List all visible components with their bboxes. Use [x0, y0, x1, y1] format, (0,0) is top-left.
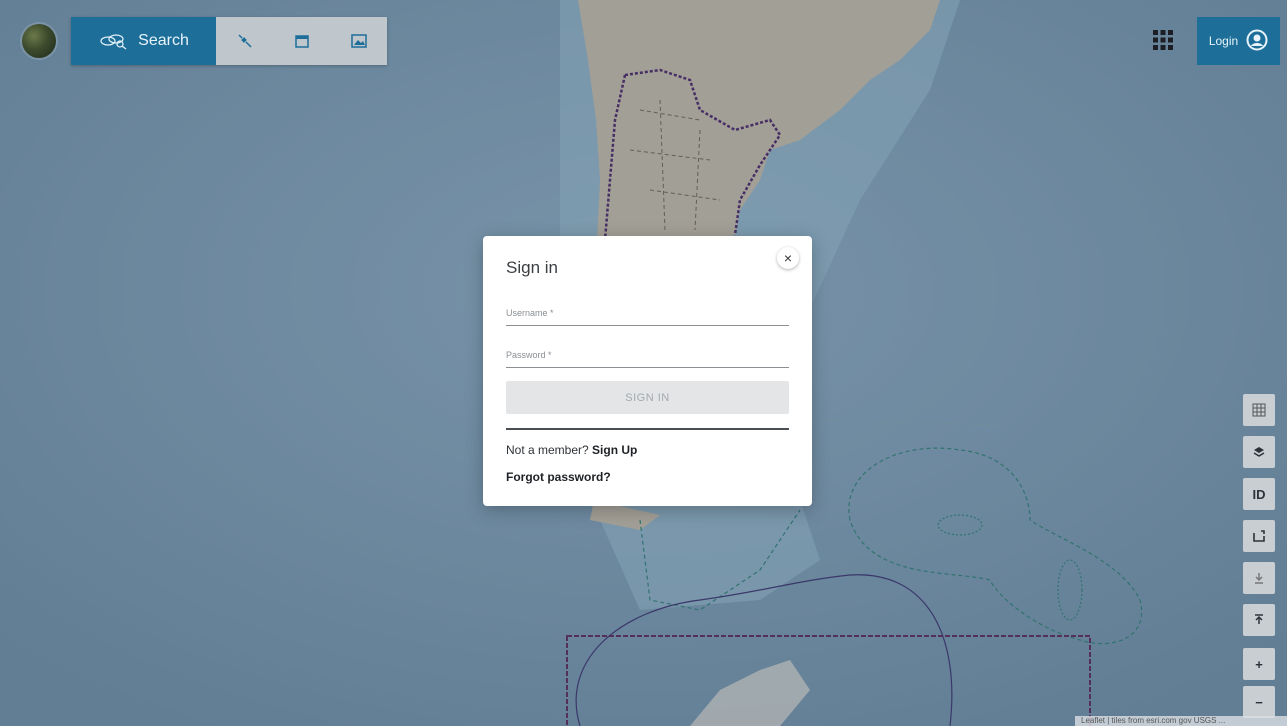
password-field-wrapper [506, 345, 789, 368]
calendar-button[interactable] [273, 17, 330, 65]
globe-logo[interactable] [22, 24, 56, 58]
signup-prompt: Not a member? Sign Up [506, 443, 637, 457]
username-field-wrapper [506, 303, 789, 326]
password-field[interactable] [506, 346, 789, 360]
satellite-button[interactable] [216, 17, 273, 65]
account-circle-icon [1246, 29, 1268, 54]
username-field[interactable] [506, 304, 789, 318]
sign-in-button[interactable]: SIGN IN [506, 381, 789, 414]
login-button[interactable]: Login [1197, 17, 1280, 65]
divider [506, 428, 789, 430]
forgot-password-link[interactable]: Forgot password? [506, 470, 611, 484]
sign-up-link[interactable]: Sign Up [592, 443, 637, 457]
search-layers-icon [98, 32, 128, 50]
layers-icon [1253, 447, 1265, 457]
grid-icon [1252, 403, 1266, 417]
login-label: Login [1208, 34, 1239, 48]
dialog-title: Sign in [506, 258, 558, 277]
not-member-text: Not a member? [506, 443, 589, 457]
id-button[interactable]: ID [1243, 478, 1275, 510]
zoom-out-icon: − [1255, 694, 1263, 710]
sign-in-dialog: Sign in × SIGN IN Not a member? Sign Up … [483, 236, 812, 506]
zoom-out-button[interactable]: − [1243, 686, 1275, 718]
search-label: Search [138, 32, 189, 49]
map-attribution[interactable]: Leaflet | tiles from esri.com gov USGS .… [1075, 716, 1287, 726]
zoom-in-icon: + [1255, 656, 1263, 672]
download-icon [1255, 573, 1263, 584]
calendar-icon [294, 34, 309, 48]
close-icon: × [783, 250, 793, 266]
search-button[interactable]: Search [71, 17, 216, 65]
close-button[interactable]: × [777, 247, 799, 269]
layers-button[interactable] [1243, 436, 1275, 468]
grid-toggle-button[interactable] [1243, 394, 1275, 426]
draw-area-button[interactable] [1243, 520, 1275, 552]
apps-grid-icon [1153, 30, 1173, 50]
satellite-icon [237, 33, 253, 49]
image-icon [350, 34, 367, 48]
id-label: ID [1252, 486, 1266, 502]
upload-icon [1255, 614, 1263, 624]
zoom-in-button[interactable]: + [1243, 648, 1275, 680]
download-button[interactable] [1243, 562, 1275, 594]
search-toolbar: Search [71, 17, 387, 65]
upload-button[interactable] [1243, 604, 1275, 636]
apps-grid-button[interactable] [1152, 29, 1174, 51]
draw-area-icon [1253, 530, 1265, 542]
image-button[interactable] [330, 17, 387, 65]
